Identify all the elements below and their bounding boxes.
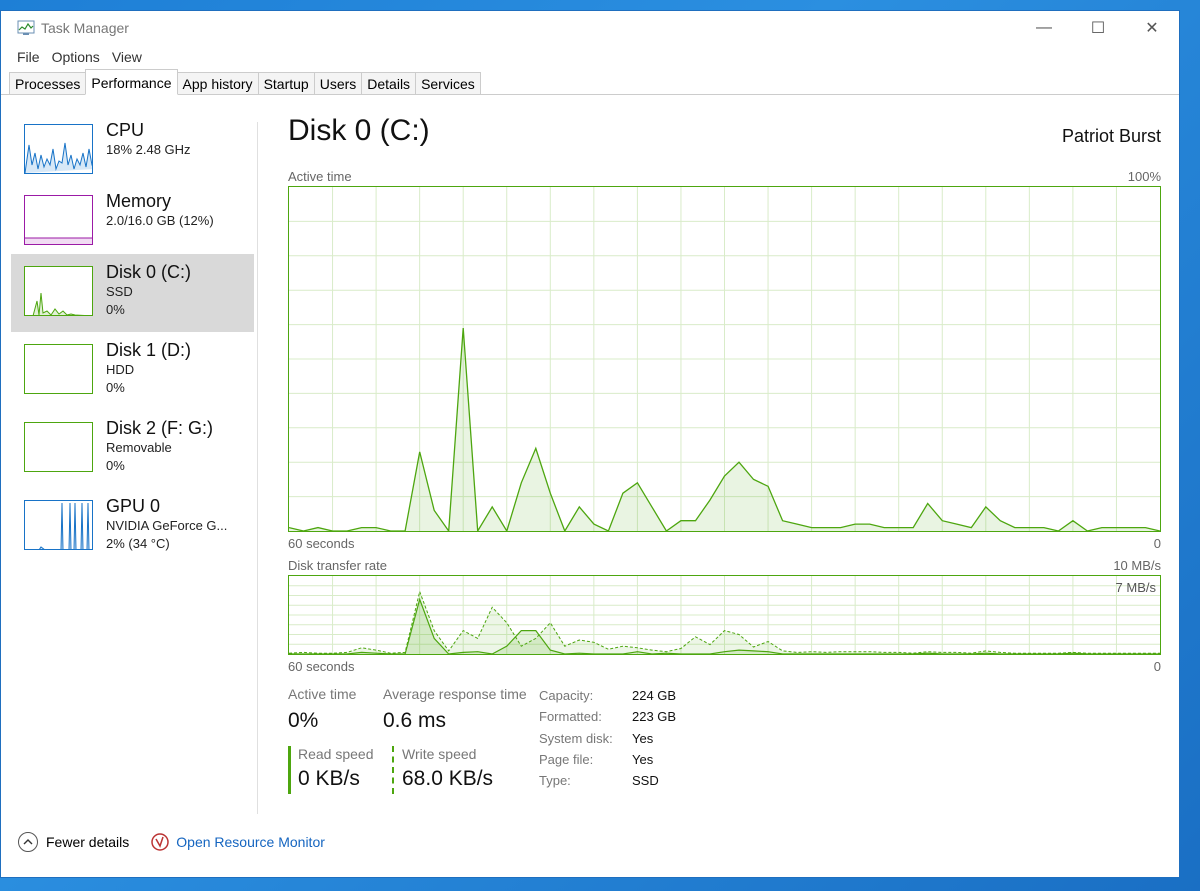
close-button[interactable]: ✕ — [1125, 11, 1179, 45]
write-speed-stat: Write speed 68.0 KB/s — [392, 746, 493, 794]
menu-file[interactable]: File — [17, 49, 40, 65]
sidebar-disk2-type: Removable — [106, 440, 172, 455]
sidebar-disk2-title: Disk 2 (F: G:) — [106, 418, 213, 438]
tab-services[interactable]: Services — [415, 72, 481, 94]
formatted-label: Formatted: — [539, 709, 602, 725]
property-row: System disk: Yes — [539, 728, 676, 749]
title-bar: Task Manager — ☐ ✕ — [1, 11, 1179, 45]
property-row: Capacity: 224 GB — [539, 685, 676, 706]
fewer-details-button[interactable]: Fewer details — [46, 834, 129, 850]
maximize-button[interactable]: ☐ — [1071, 11, 1125, 45]
formatted-value: 223 GB — [632, 709, 677, 725]
transfer-axis-right: 0 — [1153, 659, 1161, 674]
transfer-rate-chart: 7 MB/s — [288, 575, 1161, 655]
sidebar-gpu0-usage: 2% (34 °C) — [106, 536, 170, 551]
tab-users[interactable]: Users — [313, 72, 363, 94]
disk-properties: Capacity: 224 GB Formatted: 223 GB System … — [539, 685, 676, 791]
avg-response-stat-value: 0.6 ms — [383, 709, 447, 732]
property-row: Page file: Yes — [539, 749, 676, 770]
menu-options[interactable]: Options — [52, 49, 100, 65]
active-time-stat: Active time 0% — [288, 686, 356, 733]
tab-processes[interactable]: Processes — [9, 72, 87, 94]
tab-startup[interactable]: Startup — [257, 72, 315, 94]
sidebar-item-disk0[interactable]: Disk 0 (C:) SSD 0% — [11, 254, 254, 332]
disk-model: Patriot Burst — [1061, 126, 1161, 146]
type-label: Type: — [539, 773, 571, 789]
transfer-rate-chart-label: Disk transfer rate — [288, 558, 387, 573]
sidebar-gpu0-model: NVIDIA GeForce G... — [106, 518, 228, 533]
capacity-label: Capacity: — [539, 688, 594, 704]
avg-response-stat-label: Average response time — [383, 686, 527, 702]
type-value: SSD — [632, 773, 659, 789]
tab-details[interactable]: Details — [361, 72, 417, 94]
gpu0-thumbnail-graph — [24, 500, 93, 550]
capacity-value: 224 GB — [632, 688, 677, 704]
memory-thumbnail-graph — [24, 195, 93, 245]
read-speed-value: 0 KB/s — [298, 767, 360, 790]
tab-strip: Processes Performance App history Startu… — [1, 69, 1179, 95]
active-time-chart — [288, 186, 1161, 534]
sidebar-disk0-usage: 0% — [106, 302, 125, 317]
sidebar-disk1-title: Disk 1 (D:) — [106, 340, 191, 360]
write-speed-label: Write speed — [402, 746, 477, 762]
transfer-rate-scale-label: 7 MB/s — [1115, 580, 1156, 595]
window-title: Task Manager — [41, 20, 129, 36]
menu-bar: File Options View — [1, 45, 1179, 69]
page-file-label: Page file: — [539, 752, 594, 768]
disk1-thumbnail-graph — [24, 344, 93, 394]
disk0-thumbnail-graph — [24, 266, 93, 316]
active-time-stat-label: Active time — [288, 686, 357, 702]
avg-response-stat: Average response time 0.6 ms — [383, 686, 527, 733]
sidebar-gpu0-title: GPU 0 — [106, 496, 161, 516]
transfer-axis-left: 60 seconds — [288, 659, 355, 674]
active-time-stat-value: 0% — [288, 709, 319, 732]
open-resource-monitor-link[interactable]: Open Resource Monitor — [176, 834, 325, 850]
footer-bar: Fewer details Open Resource Monitor — [0, 822, 325, 862]
sidebar-cpu-usage: 18% 2.48 GHz — [106, 142, 191, 157]
property-row: Type: SSD — [539, 770, 676, 791]
system-disk-label: System disk: — [539, 730, 613, 746]
performance-sidebar: CPU 18% 2.48 GHz Memory 2.0/16.0 GB (12%… — [11, 112, 254, 566]
sidebar-item-cpu[interactable]: CPU 18% 2.48 GHz — [11, 112, 254, 183]
transfer-rate-max-label: 10 MB/s — [1113, 558, 1161, 573]
write-speed-value: 68.0 KB/s — [402, 767, 494, 790]
chevron-up-icon[interactable] — [18, 832, 38, 852]
read-speed-stat: Read speed 0 KB/s — [288, 746, 374, 794]
sidebar-disk2-usage: 0% — [106, 458, 125, 473]
sidebar-memory-usage: 2.0/16.0 GB (12%) — [106, 213, 214, 228]
sidebar-disk0-type: SSD — [106, 284, 133, 299]
sidebar-item-disk1[interactable]: Disk 1 (D:) HDD 0% — [11, 332, 254, 410]
property-row: Formatted: 223 GB — [539, 706, 676, 727]
active-time-axis-left: 60 seconds — [288, 536, 355, 551]
tab-app-history[interactable]: App history — [176, 72, 259, 94]
sidebar-memory-title: Memory — [106, 191, 172, 211]
sidebar-item-memory[interactable]: Memory 2.0/16.0 GB (12%) — [11, 183, 254, 254]
active-time-max-label: 100% — [1127, 169, 1161, 184]
page-title: Disk 0 (C:) — [288, 114, 430, 147]
sidebar-disk0-title: Disk 0 (C:) — [106, 262, 191, 282]
sidebar-disk1-usage: 0% — [106, 380, 125, 395]
disk2-thumbnail-graph — [24, 422, 93, 472]
read-speed-label: Read speed — [298, 746, 374, 762]
sidebar-item-disk2[interactable]: Disk 2 (F: G:) Removable 0% — [11, 410, 254, 488]
menu-view[interactable]: View — [112, 49, 142, 65]
page-file-value: Yes — [632, 752, 654, 768]
active-time-chart-label: Active time — [288, 169, 352, 184]
tab-performance[interactable]: Performance — [85, 69, 178, 95]
resource-monitor-icon — [151, 833, 170, 851]
task-manager-icon — [17, 20, 35, 35]
sidebar-cpu-title: CPU — [106, 120, 145, 140]
sidebar-divider — [257, 122, 258, 814]
sidebar-disk1-type: HDD — [106, 362, 135, 377]
cpu-thumbnail-graph — [24, 124, 93, 174]
sidebar-item-gpu0[interactable]: GPU 0 NVIDIA GeForce G... 2% (34 °C) — [11, 488, 254, 566]
system-disk-value: Yes — [632, 730, 654, 746]
minimize-button[interactable]: — — [1017, 11, 1071, 45]
active-time-axis-right: 0 — [1153, 536, 1161, 551]
